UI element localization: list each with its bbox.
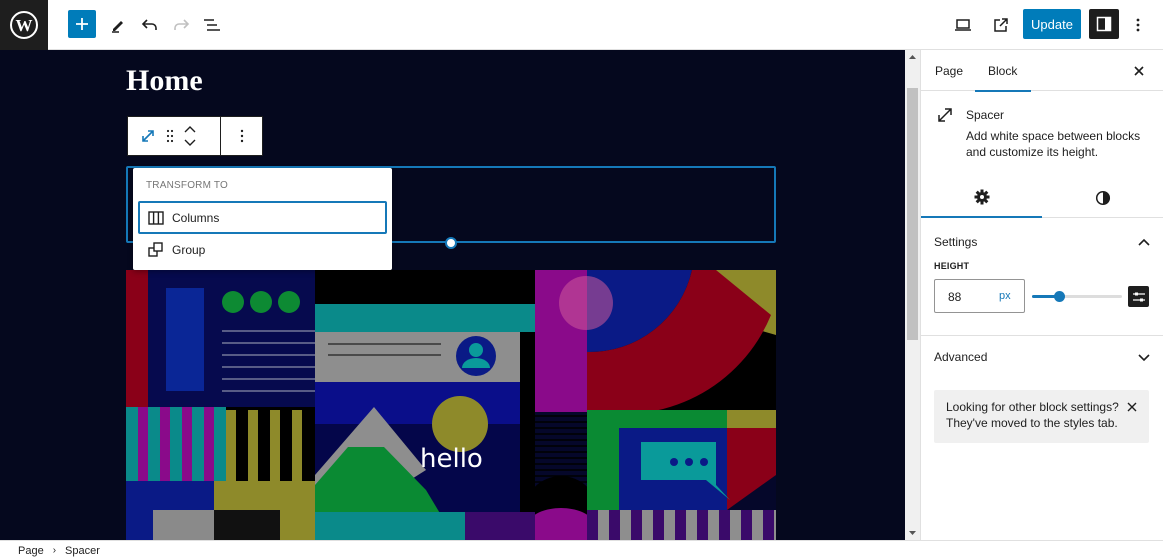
canvas-scrollbar[interactable] (905, 50, 920, 540)
list-view-button[interactable] (196, 9, 228, 41)
tools-button[interactable] (102, 9, 134, 41)
breadcrumb-spacer[interactable]: Spacer (65, 545, 100, 557)
height-slider[interactable] (1032, 291, 1122, 302)
art-red-strip (126, 270, 148, 407)
settings-toggle-button[interactable] (1089, 9, 1119, 39)
undo-icon (141, 19, 157, 30)
settings-sidebar: Page Block Spacer Add white space betwee… (920, 50, 1163, 540)
block-inspector-tabs (921, 178, 1163, 218)
spacer-block-icon (938, 108, 952, 122)
cover-image: hello (126, 270, 776, 540)
tab-styles[interactable] (1042, 178, 1163, 218)
wordpress-icon: W (10, 11, 38, 39)
pencil-icon (112, 21, 123, 33)
transform-to-group[interactable]: Group (138, 233, 387, 266)
transform-menu: TRANSFORM TO Columns Group (133, 168, 392, 270)
tab-page[interactable]: Page (935, 50, 963, 91)
dismiss-notice-icon[interactable] (1127, 402, 1137, 412)
settings-panel: Settings HEIGHT 88 px (921, 218, 1163, 336)
block-toolbar (127, 116, 263, 156)
tab-settings[interactable] (921, 178, 1042, 218)
options-button[interactable] (1122, 9, 1154, 41)
spacer-resize-icon[interactable] (140, 128, 156, 144)
sidebar-icon (1096, 16, 1112, 32)
breadcrumb-chevron-icon: › (52, 545, 57, 556)
spacer-resize-handle[interactable] (445, 237, 457, 249)
svg-text:W: W (16, 16, 33, 35)
group-label: Group (172, 242, 206, 257)
custom-size-button[interactable] (1128, 286, 1149, 307)
height-label: HEIGHT (934, 261, 970, 271)
height-unit-select[interactable]: px (999, 290, 1011, 302)
scroll-down-arrow-icon[interactable] (905, 528, 920, 538)
more-vertical-icon (1136, 18, 1140, 32)
preview-button[interactable] (947, 9, 979, 41)
view-post-button[interactable] (985, 9, 1017, 41)
block-card: Spacer Add white space between blocks an… (921, 91, 1163, 171)
block-name: Spacer (966, 108, 1005, 122)
close-icon[interactable] (1133, 65, 1145, 77)
advanced-panel[interactable]: Advanced (921, 336, 1163, 376)
chevron-up-icon[interactable] (1138, 238, 1150, 246)
plus-icon (76, 18, 88, 30)
breadcrumb-page[interactable]: Page (18, 545, 44, 557)
move-down-icon[interactable] (184, 139, 196, 146)
transform-to-columns[interactable]: Columns (138, 201, 387, 234)
settings-panel-title[interactable]: Settings (934, 235, 977, 249)
block-description: Add white space between blocks and custo… (966, 129, 1141, 159)
editor-header: W Update (0, 0, 1163, 50)
columns-label: Columns (172, 210, 220, 225)
sidebar-tabs: Page Block (921, 50, 1163, 92)
breadcrumb: Page › Spacer (0, 540, 1163, 560)
external-link-icon (994, 18, 1008, 32)
height-input[interactable]: 88 px (934, 279, 1025, 313)
redo-icon (174, 19, 190, 30)
redo-button[interactable] (165, 9, 197, 41)
drag-handle-icon[interactable] (166, 129, 174, 143)
cover-image-text: hello (420, 444, 483, 474)
move-up-icon[interactable] (184, 126, 196, 133)
height-value: 88 (948, 290, 962, 304)
desktop-icon (955, 19, 971, 31)
editor-canvas[interactable]: Home hello TRANSFORM TO Columns Group (0, 50, 905, 540)
wordpress-logo[interactable]: W (0, 0, 48, 50)
chevron-down-icon[interactable] (1138, 354, 1150, 362)
update-button[interactable]: Update (1023, 9, 1081, 39)
styles-moved-notice: Looking for other block settings? They'v… (934, 390, 1149, 443)
settings-gear-icon (974, 189, 989, 205)
add-block-button[interactable] (68, 10, 96, 38)
columns-icon (148, 210, 164, 225)
tab-block[interactable]: Block (974, 50, 1032, 92)
advanced-panel-title[interactable]: Advanced (934, 350, 987, 364)
height-slider-thumb[interactable] (1054, 291, 1065, 302)
scroll-up-arrow-icon[interactable] (905, 52, 920, 62)
more-options-icon[interactable] (240, 129, 244, 143)
scrollbar-thumb[interactable] (907, 88, 918, 340)
styles-contrast-icon (1095, 190, 1110, 206)
undo-button[interactable] (134, 9, 166, 41)
list-view-icon (204, 19, 220, 31)
transform-menu-heading: TRANSFORM TO (146, 180, 229, 191)
group-icon (148, 241, 163, 257)
notice-text: Looking for other block settings? They'v… (946, 400, 1119, 430)
page-title[interactable]: Home (126, 64, 203, 98)
sliders-icon (1132, 292, 1145, 301)
